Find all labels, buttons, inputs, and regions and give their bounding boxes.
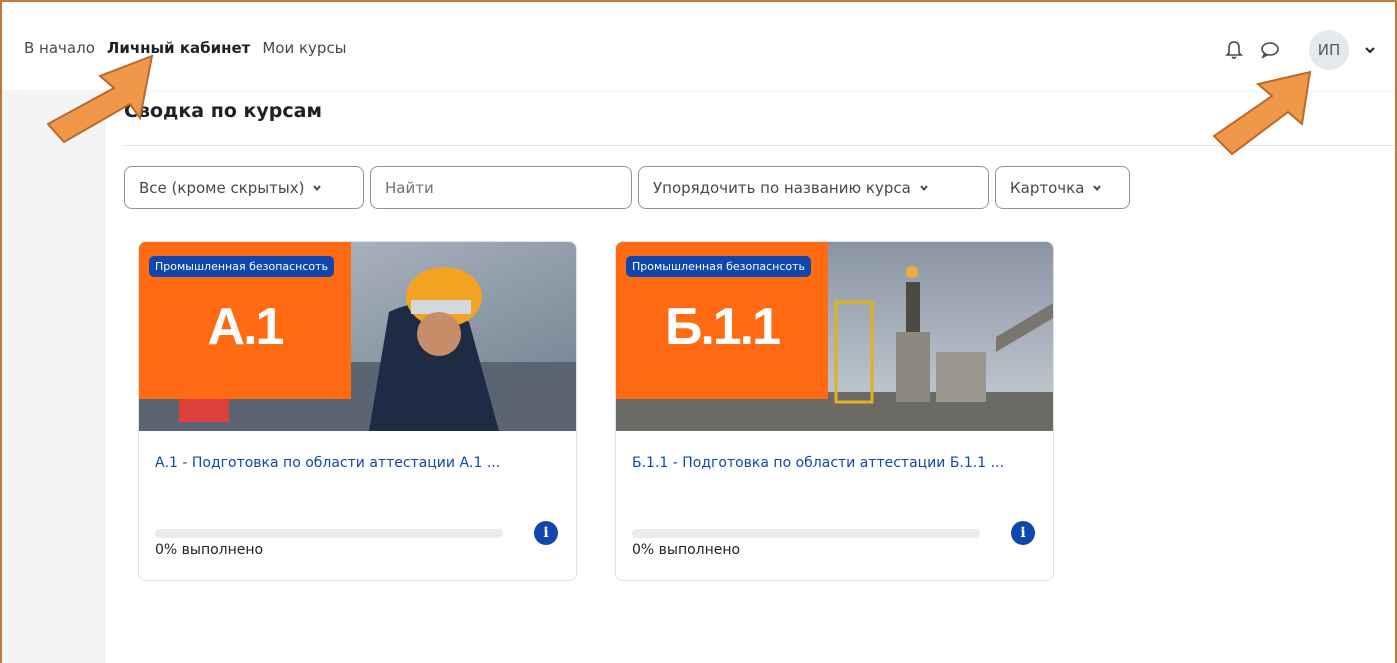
bell-icon[interactable] <box>1223 39 1245 61</box>
course-card[interactable]: А.1 Промышленная безопаснсоть А.1 - Подг… <box>138 241 577 581</box>
progress-bar <box>632 529 980 538</box>
top-navbar: В начало Личный кабинет Мои курсы ИП <box>2 2 1395 90</box>
search-input[interactable] <box>385 178 605 197</box>
sort-label: Упорядочить по названию курса <box>653 178 911 197</box>
filter-label: Все (кроме скрытых) <box>139 178 305 197</box>
category-badge: Промышленная безопаснсоть <box>626 256 812 277</box>
course-title-link[interactable]: Б.1.1 - Подготовка по области аттестации… <box>632 452 1037 476</box>
left-drawer-area <box>2 90 106 663</box>
info-icon[interactable]: i <box>1011 521 1035 545</box>
annotation-arrow <box>1212 70 1312 156</box>
course-image[interactable]: Б.1.1 Промышленная безопаснсоть <box>616 242 1053 431</box>
info-icon[interactable]: i <box>534 521 558 545</box>
course-image[interactable]: А.1 Промышленная безопаснсоть <box>139 242 576 431</box>
nav-my-courses-link[interactable]: Мои курсы <box>262 39 346 57</box>
filter-dropdown[interactable]: Все (кроме скрытых) <box>124 166 364 209</box>
chat-bubble-icon[interactable] <box>1259 39 1281 61</box>
view-dropdown[interactable]: Карточка <box>995 166 1130 209</box>
view-label: Карточка <box>1010 178 1085 197</box>
progress-text: 0% выполнено <box>155 542 264 558</box>
chevron-down-icon <box>1093 184 1102 191</box>
search-field[interactable] <box>370 166 632 209</box>
course-card[interactable]: Б.1.1 Промышленная безопаснсоть Б.1.1 - … <box>615 241 1054 581</box>
chevron-down-icon <box>920 184 928 191</box>
progress-bar <box>155 529 503 538</box>
progress-text: 0% выполнено <box>632 542 741 558</box>
course-code-label: А.1 <box>207 298 285 356</box>
category-badge: Промышленная безопаснсоть <box>149 256 335 277</box>
course-code-label: Б.1.1 <box>664 298 781 356</box>
chevron-down-icon[interactable] <box>1363 39 1377 61</box>
annotation-arrow <box>46 54 154 144</box>
chevron-down-icon <box>313 184 322 191</box>
sort-dropdown[interactable]: Упорядочить по названию курса <box>638 166 989 209</box>
course-title-link[interactable]: А.1 - Подготовка по области аттестации А… <box>155 452 560 476</box>
